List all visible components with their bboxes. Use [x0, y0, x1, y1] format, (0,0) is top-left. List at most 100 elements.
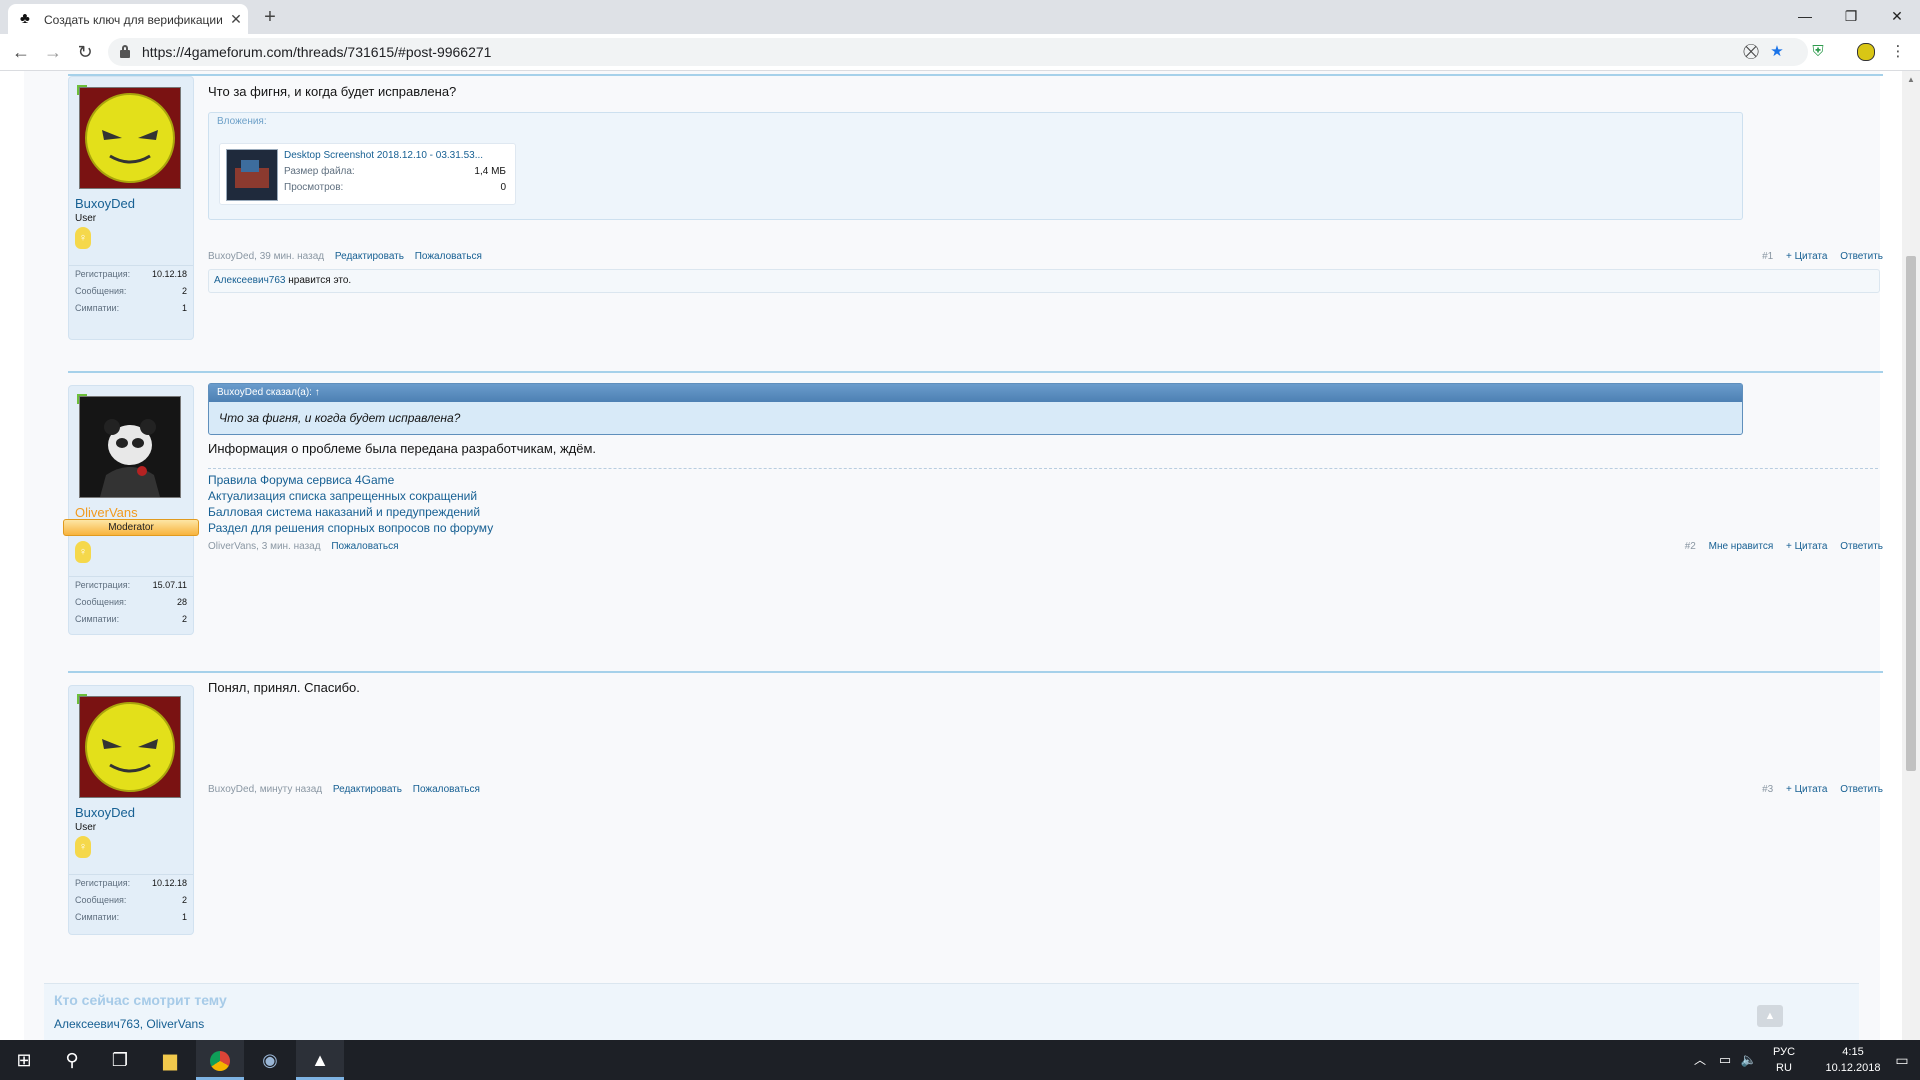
bookmark-star-icon[interactable]: ★ — [1768, 43, 1786, 61]
close-window-button[interactable]: ✕ — [1882, 6, 1912, 26]
reply-link[interactable]: Ответить — [1840, 251, 1883, 262]
clock-time[interactable]: 4:15 — [1818, 1045, 1888, 1059]
post-number[interactable]: #1 — [1762, 251, 1773, 262]
quote-link[interactable]: + Цитата — [1786, 251, 1827, 262]
page-scrollbar[interactable]: ▲ — [1902, 71, 1920, 1040]
quote-link[interactable]: + Цитата — [1786, 784, 1827, 795]
game-launcher-icon[interactable]: ▲ — [296, 1040, 344, 1080]
scroll-up-arrow-icon[interactable]: ▲ — [1906, 75, 1916, 85]
edit-link[interactable]: Редактировать — [335, 251, 404, 262]
tab-title: Создать ключ для верификации — [44, 13, 222, 27]
trophy-icon[interactable]: ♀ — [75, 836, 91, 858]
reply-link[interactable]: Ответить — [1840, 541, 1883, 552]
trophy-icon[interactable]: ♀ — [75, 541, 91, 563]
minimize-button[interactable]: — — [1790, 6, 1820, 26]
chrome-icon[interactable] — [196, 1040, 244, 1080]
meta-author[interactable]: BuxoyDed — [208, 784, 254, 795]
network-icon[interactable]: ▭ — [1714, 1040, 1736, 1080]
post-meta: BuxoyDed, 39 мин. назад Редактировать По… — [208, 250, 482, 263]
reload-button[interactable]: ↻ — [74, 41, 96, 63]
post-number[interactable]: #3 — [1762, 784, 1773, 795]
clock-date[interactable]: 10.12.2018 — [1818, 1061, 1888, 1075]
attachments-label: Вложения: — [217, 116, 267, 127]
lock-icon — [120, 45, 130, 58]
maximize-button[interactable]: ❐ — [1836, 6, 1866, 26]
user-stats: Регистрация: 10.12.18 Сообщения: 2 Симпати… — [69, 874, 193, 926]
scroll-to-top-button[interactable]: ▲ — [1757, 1005, 1783, 1027]
post-controls: #1 + Цитата Ответить — [1762, 250, 1883, 263]
profile-avatar-icon[interactable] — [1856, 42, 1876, 62]
reply-link[interactable]: Ответить — [1840, 784, 1883, 795]
username[interactable]: BuxoyDed — [75, 196, 135, 212]
signature-link[interactable]: Раздел для решения спорных вопросов по ф… — [208, 520, 493, 536]
close-tab-icon[interactable]: ✕ — [228, 11, 244, 27]
edit-link[interactable]: Редактировать — [333, 784, 402, 795]
viewers-list[interactable]: Алексеевич763, OliverVans — [54, 1017, 204, 1031]
post-meta: BuxoyDed, минуту назад Редактировать Пож… — [208, 783, 480, 796]
quote-block: BuxoyDed сказал(а): ↑ Что за фигня, и ко… — [208, 383, 1743, 435]
volume-icon[interactable]: 🔈 — [1738, 1040, 1760, 1080]
message-text: Информация о проблеме была передана разр… — [208, 441, 597, 456]
signature-link[interactable]: Правила Форума сервиса 4Game — [208, 472, 394, 488]
steam-icon[interactable]: ◉ — [246, 1040, 294, 1080]
user-info-block: OliverVans Moderator ♀ Регистрация: 15.07… — [63, 385, 199, 635]
address-bar[interactable]: https://4gameforum.com/threads/731615/#p… — [108, 38, 1808, 66]
angry-smiley-avatar[interactable] — [79, 696, 181, 798]
browser-toolbar: ← → ↻ https://4gameforum.com/threads/731… — [0, 34, 1920, 71]
keyboard-layout[interactable]: RU — [1764, 1061, 1804, 1075]
translate-icon[interactable]: ⛒ — [1742, 43, 1760, 61]
back-button[interactable]: ← — [10, 41, 32, 63]
like-link[interactable]: Мне нравится — [1709, 541, 1774, 552]
signature-separator — [208, 468, 1878, 469]
post: BuxoyDed User ♀ Регистрация: 10.12.18 Соо… — [68, 74, 1883, 346]
browser-tab[interactable]: ♣ Создать ключ для верификации ✕ — [8, 4, 248, 34]
stat-label: Регистрация: — [75, 580, 131, 590]
likes-suffix: нравится это. — [288, 275, 352, 286]
url-text[interactable]: https://4gameforum.com/threads/731615/#p… — [142, 44, 491, 60]
forward-button[interactable]: → — [42, 41, 64, 63]
post-controls: #3 + Цитата Ответить — [1762, 783, 1883, 796]
stat-value: 10.12.18 — [151, 878, 187, 888]
stat-value: 1 — [181, 912, 187, 922]
meta-author[interactable]: BuxoyDed — [208, 251, 254, 262]
new-tab-button[interactable]: + — [258, 6, 282, 28]
attachment-name[interactable]: Desktop Screenshot 2018.12.10 - 03.31.53… — [284, 150, 483, 161]
menu-kebab-icon[interactable]: ⋮ — [1888, 42, 1908, 62]
panda-avatar[interactable] — [79, 396, 181, 498]
task-view-icon[interactable]: ❐ — [96, 1040, 144, 1080]
trophy-icon[interactable]: ♀ — [75, 227, 91, 249]
signature-link[interactable]: Балловая система наказаний и предупрежде… — [208, 504, 480, 520]
report-link[interactable]: Пожаловаться — [413, 784, 480, 795]
page-viewport: BuxoyDed User ♀ Регистрация: 10.12.18 Соо… — [0, 71, 1920, 1040]
attachment-thumbnail[interactable] — [226, 149, 278, 201]
stat-value: 15.07.11 — [152, 580, 187, 590]
viewers-panel: Кто сейчас смотрит тему Алексеевич763, O… — [44, 983, 1859, 1040]
stat-label: Симпатии: — [75, 912, 120, 922]
user-title: User — [75, 213, 97, 224]
tray-chevron-icon[interactable]: ︿ — [1690, 1040, 1710, 1080]
post-divider — [68, 74, 1883, 76]
username[interactable]: BuxoyDed — [75, 805, 135, 821]
user-stats: Регистрация: 10.12.18 Сообщения: 2 Симпати… — [69, 265, 193, 317]
search-icon[interactable]: ⚲ — [48, 1040, 96, 1080]
report-link[interactable]: Пожаловаться — [415, 251, 482, 262]
angry-smiley-avatar[interactable] — [79, 87, 181, 189]
likes-summary: Алексеевич763 нравится это. — [208, 269, 1880, 293]
user-info-block: BuxoyDed User ♀ Регистрация: 10.12.18 Соо… — [68, 76, 194, 340]
liker-link[interactable]: Алексеевич763 — [214, 275, 285, 286]
meta-time: , 3 мин. назад — [256, 541, 321, 552]
quote-header[interactable]: BuxoyDed сказал(а): ↑ — [209, 384, 1742, 402]
language-indicator[interactable]: РУС — [1764, 1045, 1804, 1059]
attachment-card[interactable]: Desktop Screenshot 2018.12.10 - 03.31.53… — [219, 143, 516, 205]
quote-link[interactable]: + Цитата — [1786, 541, 1827, 552]
post: BuxoyDed User ♀ Регистрация: 10.12.18 Соо… — [68, 671, 1883, 941]
shield-extension-icon[interactable]: ⛨ — [1808, 42, 1828, 62]
scrollbar-thumb[interactable] — [1906, 256, 1916, 771]
meta-author[interactable]: OliverVans — [208, 541, 256, 552]
report-link[interactable]: Пожаловаться — [331, 541, 398, 552]
file-explorer-icon[interactable]: ▆ — [146, 1040, 194, 1080]
windows-start-icon[interactable]: ⊞ — [0, 1040, 48, 1080]
notifications-icon[interactable]: ▭ — [1886, 1040, 1918, 1080]
post-number[interactable]: #2 — [1685, 541, 1696, 552]
signature-link[interactable]: Актуализация списка запрещенных сокращен… — [208, 488, 477, 504]
